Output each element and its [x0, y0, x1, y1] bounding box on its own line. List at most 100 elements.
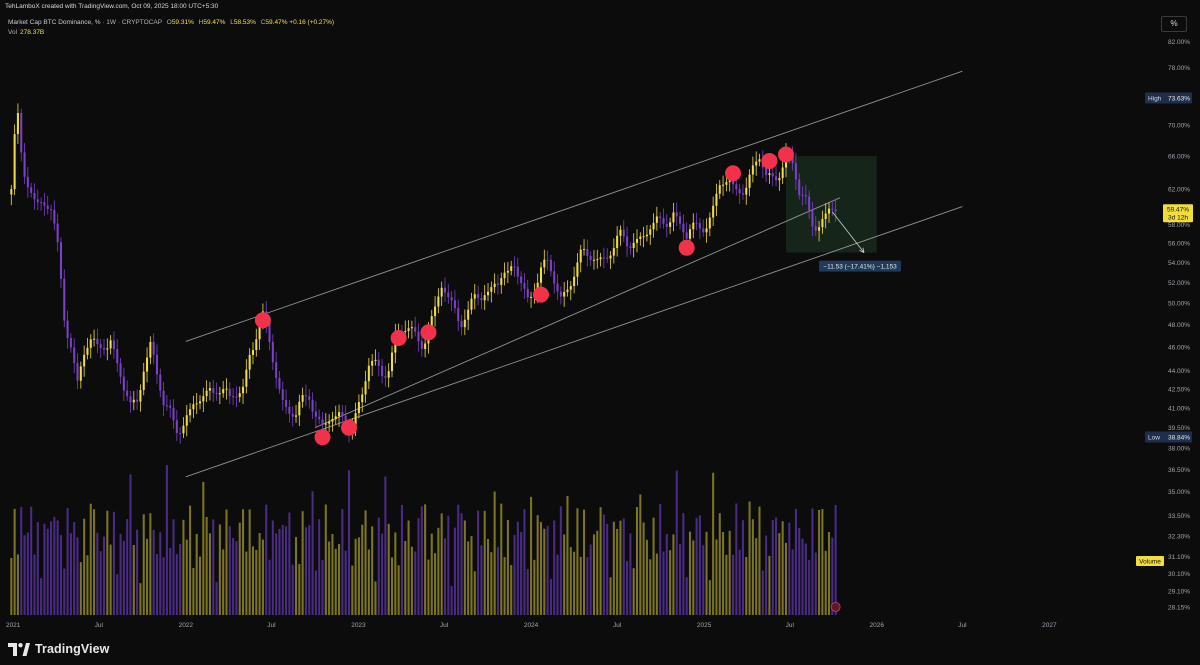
candle	[142, 371, 145, 390]
candle	[132, 399, 135, 403]
volume-bar	[394, 532, 397, 615]
volume-bar	[794, 508, 797, 615]
volume-bar	[629, 533, 632, 615]
footer-bar	[0, 636, 1200, 665]
candle	[695, 222, 698, 224]
volume-bar	[506, 519, 509, 615]
candle	[725, 182, 728, 185]
volume-bar	[357, 537, 360, 615]
candle	[652, 222, 655, 230]
volume-bar	[215, 582, 218, 615]
candle	[139, 389, 142, 402]
symbol-name[interactable]: Market Cap BTC Dominance, %	[8, 19, 100, 26]
touch-marker	[254, 312, 271, 329]
change-value: +0.16 (+0.27%)	[289, 19, 335, 26]
volume-bar	[314, 570, 317, 615]
volume-bar	[473, 571, 476, 615]
projection-label: −11.53 (−17.41%) −1,153	[823, 264, 897, 271]
volume-bar	[294, 537, 298, 615]
candle	[705, 228, 708, 233]
volume-bar	[556, 554, 559, 615]
volume-bar	[341, 509, 344, 615]
volume-bar	[811, 508, 814, 615]
volume-bar	[218, 524, 221, 615]
candle	[592, 259, 595, 261]
volume-bar	[622, 518, 625, 615]
volume-bar	[791, 549, 794, 615]
candle	[281, 389, 284, 401]
volume-bar	[487, 538, 490, 615]
candle	[324, 423, 327, 425]
candle	[152, 342, 155, 355]
volume-bar	[539, 522, 543, 615]
price-chart[interactable]: −11.53 (−17.41%) −1,153 82.00% 78.00% 70.00…	[0, 0, 1200, 665]
candle	[679, 216, 682, 224]
candle	[801, 194, 804, 196]
candle	[146, 357, 149, 372]
candle	[457, 308, 460, 322]
volume-bar	[649, 559, 652, 615]
candle	[192, 404, 195, 410]
volume-bar	[626, 561, 629, 615]
candle	[126, 390, 129, 397]
candle	[341, 412, 344, 416]
volume-bar	[688, 531, 691, 615]
candle	[470, 298, 473, 310]
high-marker-label: High	[1148, 96, 1162, 103]
volume-bar	[510, 565, 513, 615]
volume-bar	[765, 535, 768, 615]
candle	[526, 288, 529, 298]
volume-bar	[599, 507, 602, 615]
candle	[26, 176, 29, 188]
volume-bar	[73, 522, 76, 615]
candle	[437, 296, 440, 307]
candle	[672, 212, 675, 223]
volume-bar	[251, 546, 255, 615]
volume-bar	[129, 474, 132, 615]
time-tick-label: 2022	[179, 622, 194, 629]
lightning-icon	[830, 602, 841, 612]
tradingview-logo[interactable]: TradingView	[8, 642, 110, 656]
volume-bar	[69, 533, 72, 615]
candle	[93, 338, 96, 340]
percent-scale-button[interactable]: %	[1161, 16, 1187, 32]
volume-bar	[324, 504, 327, 615]
volume-bar	[533, 559, 536, 615]
candle	[718, 185, 721, 194]
volume-bar	[13, 508, 16, 615]
price-tick-label: 54.00%	[1168, 260, 1190, 267]
candle	[238, 393, 241, 398]
candle	[556, 283, 559, 292]
volume-bar	[679, 543, 682, 615]
candle	[834, 209, 837, 212]
volume-bar	[586, 557, 589, 615]
volume-bar	[304, 527, 307, 615]
volume-bar	[632, 568, 635, 615]
volume-bar	[602, 514, 605, 615]
candle	[404, 330, 407, 332]
volume-bar	[569, 547, 572, 615]
touch-marker	[678, 239, 695, 256]
volume-bar	[222, 549, 225, 615]
volume-bar	[50, 521, 53, 615]
volume-bar	[30, 506, 33, 615]
volume-bar	[142, 514, 145, 615]
volume-bar	[169, 547, 172, 615]
volume-bar	[655, 553, 658, 615]
volume-bar	[775, 517, 778, 615]
volume-bar	[371, 526, 374, 615]
candle	[374, 359, 377, 361]
candle	[169, 405, 172, 408]
candle	[586, 249, 589, 256]
candle	[576, 262, 579, 277]
volume-bar	[397, 565, 400, 615]
candle	[36, 199, 39, 203]
candle	[40, 202, 43, 204]
price-tick-label: 70.00%	[1168, 123, 1190, 130]
volume-bar	[258, 532, 261, 615]
volume-bar	[583, 509, 586, 615]
candle	[212, 388, 215, 393]
volume-bar	[298, 564, 301, 615]
volume-bar	[718, 513, 721, 615]
symbol-exchange: CRYPTOCAP	[121, 19, 162, 26]
